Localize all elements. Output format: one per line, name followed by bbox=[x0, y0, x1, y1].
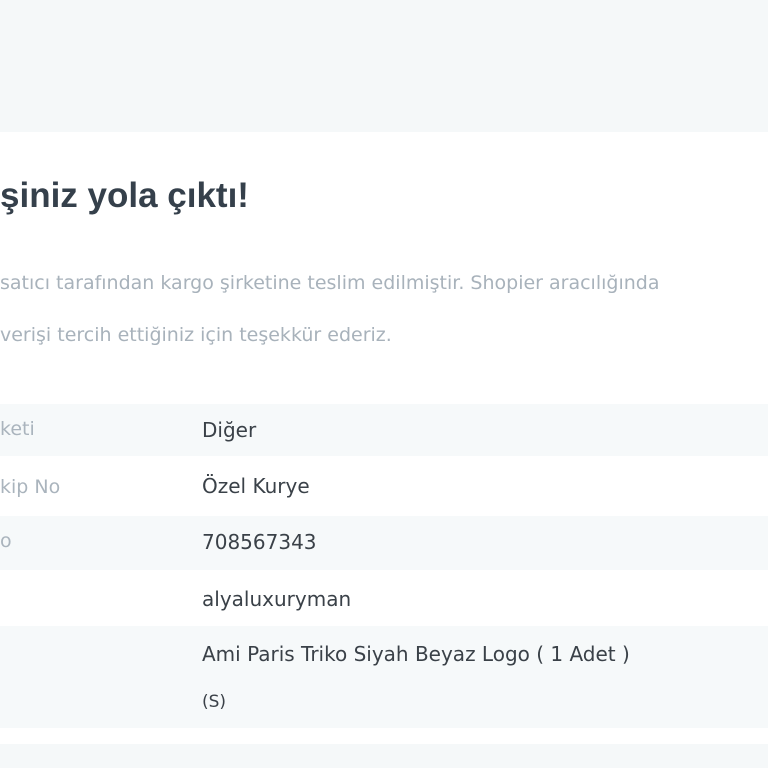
detail-row-cargo-company: keti bbox=[0, 404, 768, 456]
detail-value-seller: alyaluxuryman bbox=[202, 587, 352, 611]
detail-value-cargo-company: Diğer bbox=[202, 418, 257, 442]
page-title: şiniz yola çıktı! bbox=[0, 176, 249, 215]
detail-value-order-no: 708567343 bbox=[202, 530, 317, 554]
detail-value-product: Ami Paris Triko Siyah Beyaz Logo ( 1 Ade… bbox=[202, 642, 630, 666]
detail-value-product-size: (S) bbox=[202, 692, 227, 712]
shipment-message-line-1: satıcı tarafından kargo şirketine teslim… bbox=[0, 272, 660, 294]
detail-row-order-no: o bbox=[0, 516, 768, 570]
shipment-message-line-2: verişi tercih ettiğiniz için teşekkür ed… bbox=[0, 324, 392, 346]
detail-label-tracking-no: kip No bbox=[0, 476, 61, 498]
page-footer-band bbox=[0, 744, 768, 768]
page-header-band bbox=[0, 0, 768, 132]
detail-value-tracking-no: Özel Kurye bbox=[202, 474, 310, 498]
detail-row-tracking-no: kip No bbox=[0, 456, 768, 516]
detail-label-order-no: o bbox=[0, 530, 12, 552]
detail-label-cargo-company: keti bbox=[0, 418, 35, 440]
detail-row-seller bbox=[0, 570, 768, 626]
